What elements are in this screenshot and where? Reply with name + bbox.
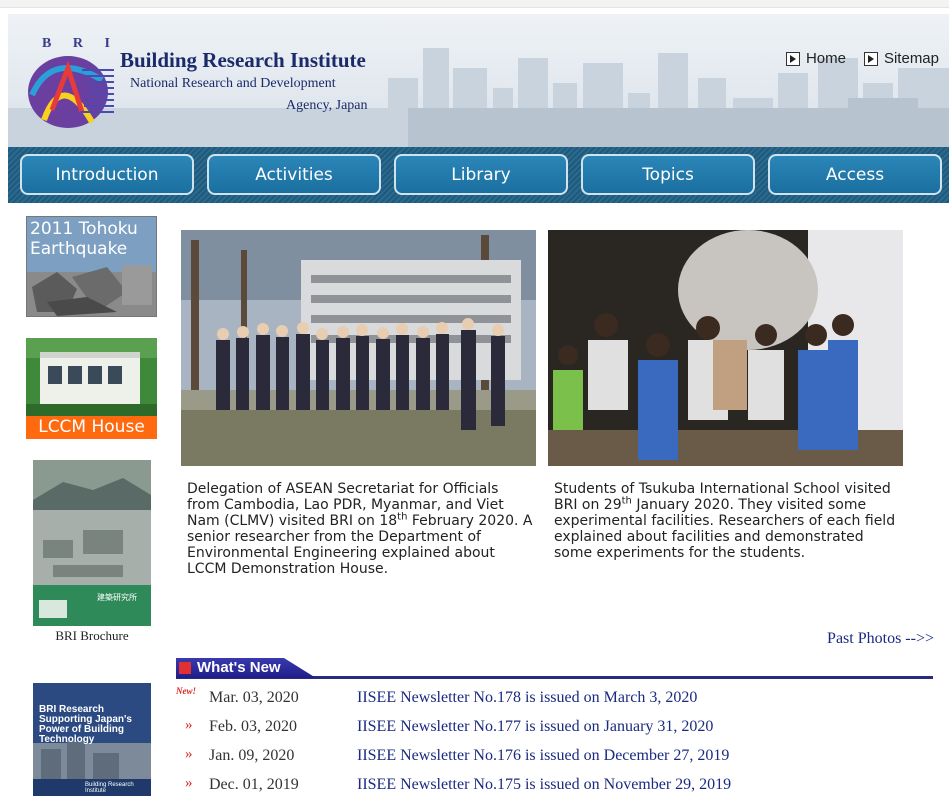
news-date: Feb. 03, 2020	[209, 718, 297, 735]
nav-introduction[interactable]: Introduction	[20, 154, 194, 195]
nav-topics[interactable]: Topics	[581, 154, 755, 195]
nav-access[interactable]: Access	[768, 154, 942, 195]
photo2-caption-sup: th	[621, 495, 632, 507]
lccm-house-image	[26, 338, 157, 416]
new-badge-icon: New!	[176, 686, 196, 696]
brochure-org-text: 建築研究所	[97, 593, 137, 602]
brochure-caption: BRI Brochure	[55, 628, 129, 643]
main-nav: Introduction Activities Library Topics A…	[8, 147, 949, 203]
power-banner-line4: Technology	[39, 734, 95, 745]
red-square-icon	[179, 662, 191, 674]
news-date: Jan. 09, 2020	[209, 747, 295, 764]
news-date: Dec. 01, 2019	[209, 776, 299, 793]
lccm-house-banner[interactable]: LCCM House	[26, 338, 157, 439]
news-item: New! Mar. 03, 2020 IISEE Newsletter No.1…	[176, 686, 936, 712]
news-date: Mar. 03, 2020	[209, 689, 299, 706]
tohoku-banner-line2: Earthquake	[30, 239, 128, 259]
photo1-caption-sup: th	[397, 511, 408, 523]
double-chevron-icon: »	[185, 746, 193, 762]
bri-logo-icon	[28, 56, 114, 128]
photo1-caption: Delegation of ASEAN Secretariat for Offi…	[187, 481, 535, 577]
play-arrow-icon	[863, 51, 878, 66]
news-link[interactable]: IISEE Newsletter No.178 is issued on Mar…	[357, 689, 697, 707]
lccm-house-label: LCCM House	[26, 416, 157, 439]
tohoku-banner-line1: 2011 Tohoku	[30, 219, 138, 239]
top-strip	[0, 0, 949, 8]
power-banner-org: Building Research Institute	[85, 782, 134, 794]
site-header: B R I Building Research Institute Nation…	[8, 14, 949, 148]
home-link[interactable]: Home	[785, 50, 846, 67]
sitemap-link[interactable]: Sitemap	[863, 50, 939, 67]
double-chevron-icon: »	[185, 775, 193, 791]
bri-research-power-banner[interactable]: BRI Research Supporting Japan's Power of…	[33, 683, 151, 796]
org-subtitle-line2: Agency, Japan	[286, 98, 368, 113]
news-link[interactable]: IISEE Newsletter No.177 is issued on Jan…	[357, 718, 713, 736]
news-item: » Jan. 09, 2020 IISEE Newsletter No.176 …	[176, 746, 936, 770]
news-link[interactable]: IISEE Newsletter No.176 is issued on Dec…	[357, 747, 729, 765]
logo-letters: B R I	[42, 36, 119, 51]
play-arrow-icon	[785, 51, 800, 66]
past-photos-link[interactable]: Past Photos -->>	[827, 630, 934, 648]
nav-activities[interactable]: Activities	[207, 154, 381, 195]
double-chevron-icon: »	[185, 717, 193, 733]
tohoku-earthquake-banner[interactable]: 2011 Tohoku Earthquake	[26, 216, 157, 317]
home-link-label: Home	[805, 50, 846, 67]
bri-brochure-banner[interactable]: 建築研究所	[33, 460, 151, 626]
news-item: » Feb. 03, 2020 IISEE Newsletter No.177 …	[176, 717, 936, 741]
news-link[interactable]: IISEE Newsletter No.175 is issued on Nov…	[357, 776, 731, 794]
asean-delegation-photo	[181, 230, 536, 466]
sitemap-link-label: Sitemap	[883, 50, 939, 67]
whats-new-title: What's New	[197, 659, 281, 676]
students-visit-photo	[548, 230, 903, 466]
org-name[interactable]: Building Research Institute	[120, 48, 366, 73]
nav-library[interactable]: Library	[394, 154, 568, 195]
news-item: » Dec. 01, 2019 IISEE Newsletter No.175 …	[176, 775, 936, 796]
org-subtitle-line1: National Research and Development	[130, 76, 336, 91]
top-links: Home Sitemap	[785, 50, 939, 67]
photo2-caption: Students of Tsukuba International School…	[554, 481, 902, 561]
